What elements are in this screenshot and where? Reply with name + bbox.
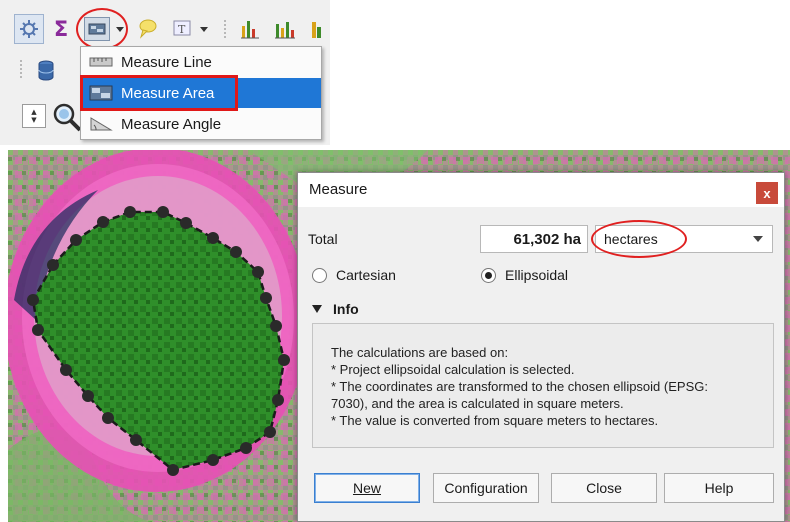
chart-icon[interactable] [238,16,262,42]
qgis-toolbar-panel: Σ T ▲ ▼ Measure Line Measure Area Measur… [0,0,330,145]
polygon-vertex[interactable] [124,206,136,218]
polygon-vertex[interactable] [230,246,242,258]
text-annotation-icon[interactable]: T [170,17,194,41]
chart-icon[interactable] [272,16,298,42]
polygon-vertex[interactable] [272,394,284,406]
info-line: * The value is converted from square met… [331,413,659,428]
polygon-vertex[interactable] [207,454,219,466]
total-label: Total [308,231,338,247]
dialog-title: Measure [309,181,368,198]
tool-highlight-ring [76,8,128,50]
triangle-down-icon [312,305,322,313]
close-icon[interactable]: x [756,182,778,204]
radio-ellipsoidal[interactable]: Ellipsoidal [481,267,568,283]
polygon-vertex[interactable] [82,390,94,402]
menu-item-measure-line[interactable]: Measure Line [81,47,321,77]
polygon-vertex[interactable] [240,442,252,454]
polygon-vertex[interactable] [270,320,282,332]
info-panel: The calculations are based on: * Project… [312,323,774,448]
polygon-vertex[interactable] [167,464,179,476]
polygon-vertex[interactable] [207,232,219,244]
polygon-vertex[interactable] [260,292,272,304]
ruler-icon [89,55,115,69]
info-line: 7030), and the area is calculated in squ… [331,396,624,411]
svg-text:T: T [178,23,186,36]
configuration-button[interactable]: Configuration [433,473,539,503]
polygon-vertex[interactable] [252,266,264,278]
menu-item-highlight-box [80,75,238,111]
chevron-down-icon [753,236,763,242]
polygon-vertex[interactable] [27,294,39,306]
spinbox-icon[interactable]: ▲ ▼ [22,104,46,128]
new-button[interactable]: New [314,473,420,503]
toolbar-separator [224,20,226,40]
menu-item-measure-angle[interactable]: Measure Angle [81,109,321,139]
tooltip-icon[interactable] [136,16,160,42]
polygon-vertex[interactable] [180,217,192,229]
dialog-titlebar[interactable]: Measure x [298,173,784,207]
info-section-toggle[interactable]: Info [312,301,359,317]
chart-icon[interactable] [306,16,326,42]
polygon-vertex[interactable] [157,206,169,218]
radio-button[interactable] [312,267,327,283]
unit-highlight-ring [591,220,687,258]
polygon-vertex[interactable] [70,234,82,246]
database-icon[interactable] [34,58,58,84]
info-line: The calculations are based on: [331,345,509,360]
info-line: * Project ellipsoidal calculation is sel… [331,362,575,377]
polygon-vertex[interactable] [47,259,59,271]
measure-dialog: Measure x Total 61,302 ha hectares Carte… [297,172,785,522]
polygon-vertex[interactable] [97,216,109,228]
polygon-vertex[interactable] [278,354,290,366]
help-button[interactable]: Help [664,473,774,503]
toolbar-separator [20,60,22,80]
polygon-vertex[interactable] [102,412,114,424]
total-value-field: 61,302 ha [480,225,588,253]
polygon-vertex[interactable] [60,364,72,376]
zoom-icon[interactable] [50,100,84,134]
radio-cartesian[interactable]: Cartesian [312,267,396,283]
polygon-vertex[interactable] [264,426,276,438]
sigma-icon[interactable]: Σ [50,16,72,42]
angle-icon [89,116,115,132]
close-button[interactable]: Close [551,473,657,503]
radio-button-checked[interactable] [481,267,496,283]
dropdown-arrow-icon[interactable] [198,22,210,36]
polygon-vertex[interactable] [130,434,142,446]
polygon-vertex[interactable] [32,324,44,336]
cog-icon[interactable] [14,14,44,44]
info-line: * The coordinates are transformed to the… [331,379,708,394]
